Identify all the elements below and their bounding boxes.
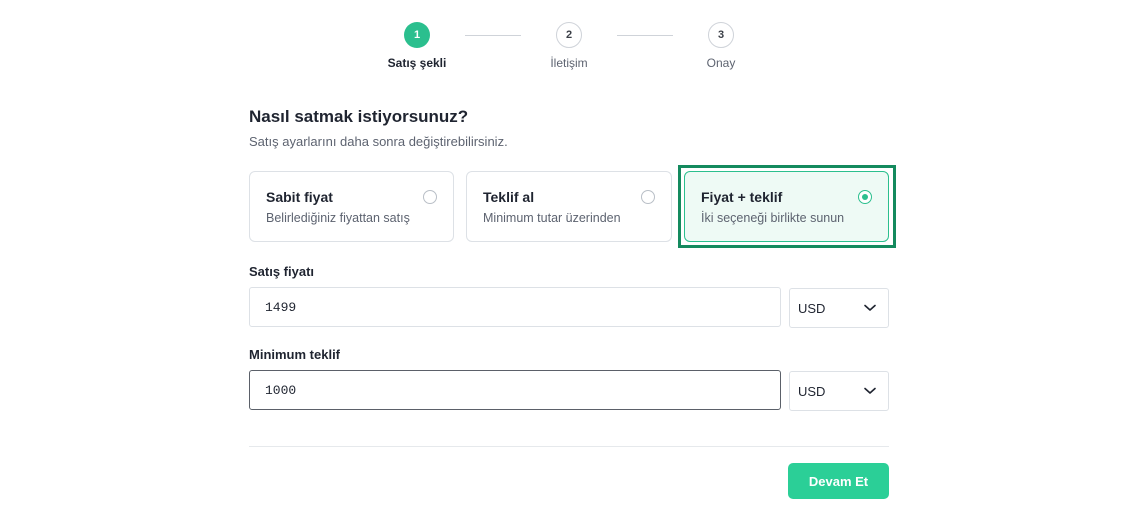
step-contact: 2 İletişim	[524, 22, 614, 70]
step-number: 3	[708, 22, 734, 48]
option-description: Minimum tutar üzerinden	[483, 211, 621, 225]
radio-icon[interactable]	[641, 190, 655, 204]
page-title: Nasıl satmak istiyorsunuz?	[249, 107, 469, 126]
option-title: Teklif al	[483, 189, 535, 205]
price-input[interactable]	[249, 287, 781, 327]
step-label: Satış şekli	[387, 56, 447, 70]
min-offer-input[interactable]	[249, 370, 781, 410]
option-description: Belirlediğiniz fiyattan satış	[266, 211, 410, 225]
currency-value: USD	[798, 300, 826, 316]
step-sales-type: 1 Satış şekli	[372, 22, 462, 70]
step-number: 2	[556, 22, 582, 48]
progress-stepper: 1 Satış şekli 2 İletişim 3 Onay	[0, 22, 1137, 82]
min-offer-currency-select[interactable]: USD	[789, 371, 889, 411]
chevron-down-icon	[864, 387, 876, 395]
divider	[249, 446, 889, 447]
min-offer-label: Minimum teklif	[249, 347, 341, 362]
price-label: Satış fiyatı	[249, 264, 315, 279]
step-number: 1	[404, 22, 430, 48]
step-label: İletişim	[550, 56, 588, 70]
option-receive-offer[interactable]: Teklif al Minimum tutar üzerinden	[466, 171, 672, 242]
radio-selected-icon[interactable]	[858, 190, 872, 204]
step-connector	[617, 35, 673, 36]
option-title: Sabit fiyat	[266, 189, 333, 205]
step-connector	[465, 35, 521, 36]
currency-value: USD	[798, 383, 826, 399]
continue-button[interactable]: Devam Et	[788, 463, 889, 499]
option-title: Fiyat + teklif	[701, 189, 783, 205]
option-fixed-price[interactable]: Sabit fiyat Belirlediğiniz fiyattan satı…	[249, 171, 454, 242]
step-confirm: 3 Onay	[676, 22, 766, 70]
page-subtitle: Satış ayarlarını daha sonra değiştirebil…	[249, 134, 508, 149]
step-label: Onay	[706, 56, 736, 70]
radio-icon[interactable]	[423, 190, 437, 204]
option-price-plus-offer[interactable]: Fiyat + teklif İki seçeneği birlikte sun…	[684, 171, 889, 242]
option-description: İki seçeneği birlikte sunun	[701, 211, 845, 225]
chevron-down-icon	[864, 304, 876, 312]
price-currency-select[interactable]: USD	[789, 288, 889, 328]
